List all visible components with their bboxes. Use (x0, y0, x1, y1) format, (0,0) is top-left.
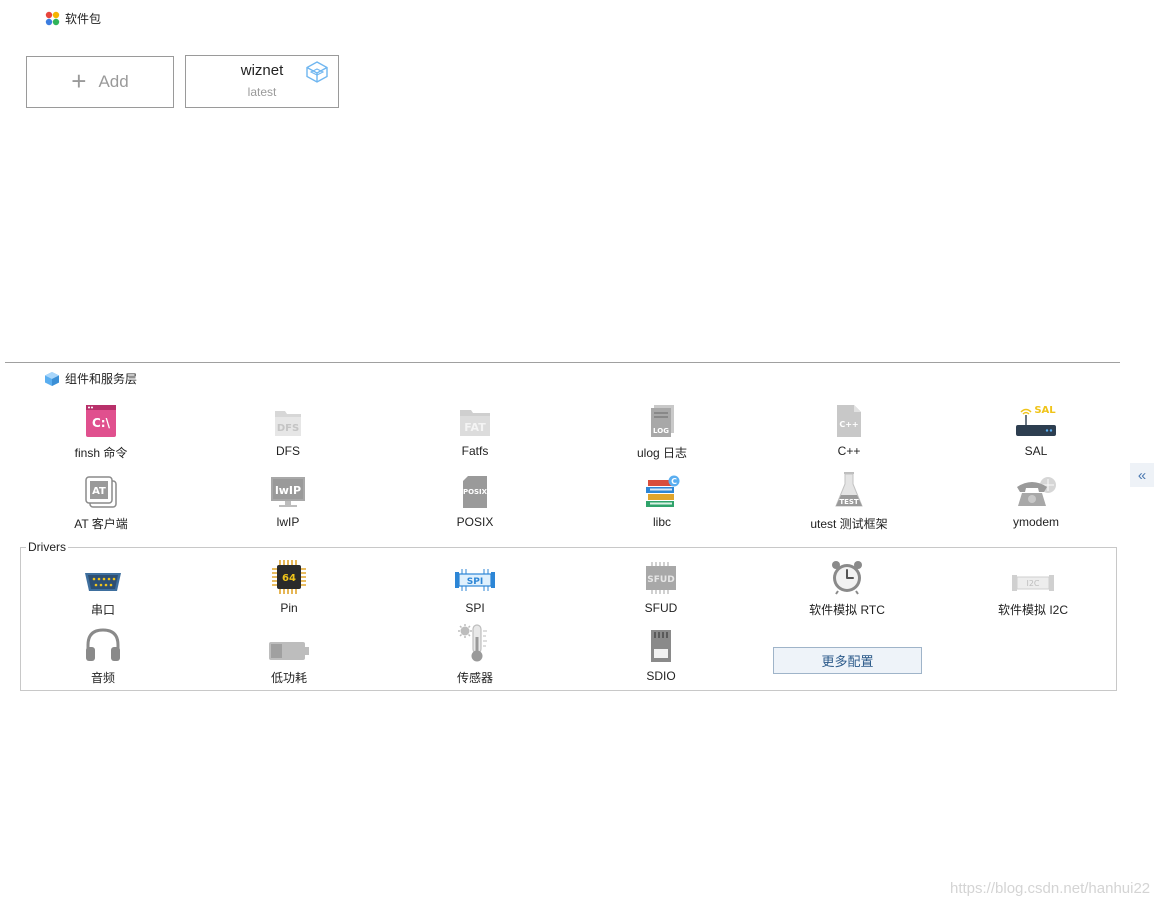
watermark: https://blog.csdn.net/hanhui22 (950, 880, 1151, 897)
driver-soft-i2c[interactable]: I2C 软件模拟 I2C (958, 557, 1108, 618)
chip-icon: 64 (272, 560, 306, 594)
add-package-label: Add (98, 72, 129, 91)
fat-folder-icon: FAT (460, 410, 490, 436)
component-label: AT 客户端 (74, 517, 128, 531)
log-icon: LOG (651, 405, 674, 437)
driver-label: SFUD (644, 601, 678, 615)
driver-sfud[interactable]: SFUD SFUD (586, 557, 736, 615)
driver-label: 软件模拟 RTC (809, 603, 885, 617)
terminal-icon: C:\ (86, 405, 116, 437)
cube-icon (45, 371, 59, 386)
driver-serial[interactable]: 串口 (28, 557, 178, 618)
at-icon: AT (85, 476, 117, 508)
components-header: 组件和服务层 (44, 370, 137, 387)
packages-icon (45, 11, 60, 26)
component-cpp[interactable]: C++ C++ (774, 400, 924, 458)
alarm-clock-icon (832, 561, 862, 595)
plus-icon: + (71, 65, 87, 96)
component-label: POSIX (456, 515, 494, 529)
component-label: C++ (837, 444, 861, 458)
cpp-file-icon: C++ (837, 405, 861, 437)
component-label: ymodem (1012, 515, 1059, 529)
component-label: finsh 命令 (74, 446, 128, 460)
svg-text:LOG: LOG (653, 427, 669, 435)
spi-icon: SPI (455, 569, 495, 591)
component-at-client[interactable]: AT AT 客户端 (26, 471, 176, 532)
driver-soft-rtc[interactable]: 软件模拟 RTC (772, 557, 922, 618)
driver-label: Pin (280, 601, 298, 615)
driver-low-power[interactable]: 低功耗 (214, 625, 364, 686)
drivers-group (20, 547, 1117, 691)
svg-text:TEST: TEST (839, 498, 859, 506)
driver-label: 串口 (90, 603, 115, 617)
test-flask-icon: TEST (835, 472, 863, 507)
driver-sdio[interactable]: SDIO (586, 625, 736, 683)
headphones-icon (86, 628, 120, 661)
component-label: DFS (276, 444, 300, 458)
svg-text:AT: AT (92, 486, 106, 497)
driver-label: SPI (465, 601, 485, 615)
package-card-wiznet[interactable]: wiznet latest (185, 55, 339, 108)
driver-label: 音频 (90, 671, 115, 685)
posix-file-icon: POSIX (463, 476, 488, 508)
svg-text:C:\: C:\ (92, 416, 111, 430)
svg-text:SAL: SAL (1034, 405, 1056, 416)
svg-text:DFS: DFS (277, 423, 299, 434)
svg-text:FAT: FAT (464, 421, 486, 434)
add-package-button[interactable]: + Add (26, 56, 174, 108)
collapse-panel-button[interactable]: « (1130, 463, 1154, 487)
i2c-icon: I2C (1012, 575, 1054, 591)
driver-sensor[interactable]: 传感器 (400, 624, 550, 686)
component-posix[interactable]: POSIX POSIX (400, 471, 550, 529)
section-divider (5, 362, 1120, 363)
svg-text:64: 64 (282, 573, 296, 584)
driver-audio[interactable]: 音频 (28, 625, 178, 686)
sfud-icon: SFUD (646, 562, 676, 594)
component-ulog[interactable]: LOG ulog 日志 (587, 400, 737, 461)
component-label: libc (652, 515, 671, 529)
svg-text:lwIP: lwIP (275, 484, 301, 497)
component-label: lwIP (276, 515, 300, 529)
driver-spi[interactable]: SPI SPI (400, 557, 550, 615)
books-icon: C (646, 475, 680, 507)
svg-text:C: C (671, 477, 677, 486)
component-label: Fatfs (461, 444, 489, 458)
components-title: 组件和服务层 (65, 372, 138, 386)
packages-header: 软件包 (45, 10, 101, 27)
component-utest[interactable]: TEST utest 测试框架 (774, 471, 924, 532)
dfs-folder-icon: DFS (275, 411, 301, 436)
sd-card-icon (651, 630, 671, 662)
component-label: SAL (1024, 444, 1048, 458)
component-finsh[interactable]: C:\ finsh 命令 (26, 400, 176, 461)
driver-pin[interactable]: 64 Pin (214, 557, 364, 615)
component-label: utest 测试框架 (810, 517, 888, 531)
svg-text:I2C: I2C (1026, 579, 1039, 588)
driver-label: SDIO (646, 669, 676, 683)
package-version: latest (247, 85, 277, 99)
component-libc[interactable]: C libc (587, 471, 737, 529)
thermometer-icon (458, 624, 487, 662)
component-sal[interactable]: SAL SAL (961, 400, 1111, 458)
svg-text:POSIX: POSIX (463, 488, 488, 496)
component-dfs[interactable]: DFS DFS (213, 400, 363, 458)
drivers-title: Drivers (26, 540, 68, 554)
driver-label: 软件模拟 I2C (997, 603, 1068, 617)
packages-title: 软件包 (65, 12, 102, 26)
serial-port-icon (85, 573, 121, 591)
component-ymodem[interactable]: ymodem (961, 471, 1111, 529)
more-config-button[interactable]: 更多配置 (773, 647, 922, 674)
component-label: ulog 日志 (636, 446, 688, 460)
component-lwip[interactable]: lwIP lwIP (213, 471, 363, 529)
telephone-icon (1017, 477, 1056, 506)
component-fatfs[interactable]: FAT Fatfs (400, 400, 550, 458)
lwip-monitor-icon: lwIP (271, 477, 305, 507)
svg-text:SPI: SPI (467, 577, 483, 587)
svg-text:SFUD: SFUD (647, 575, 674, 585)
svg-text:C++: C++ (839, 420, 858, 429)
battery-icon (269, 642, 309, 660)
router-icon: SAL (1016, 405, 1056, 436)
driver-label: 传感器 (456, 671, 493, 685)
package-cube-icon (306, 61, 328, 83)
driver-label: 低功耗 (270, 671, 307, 685)
